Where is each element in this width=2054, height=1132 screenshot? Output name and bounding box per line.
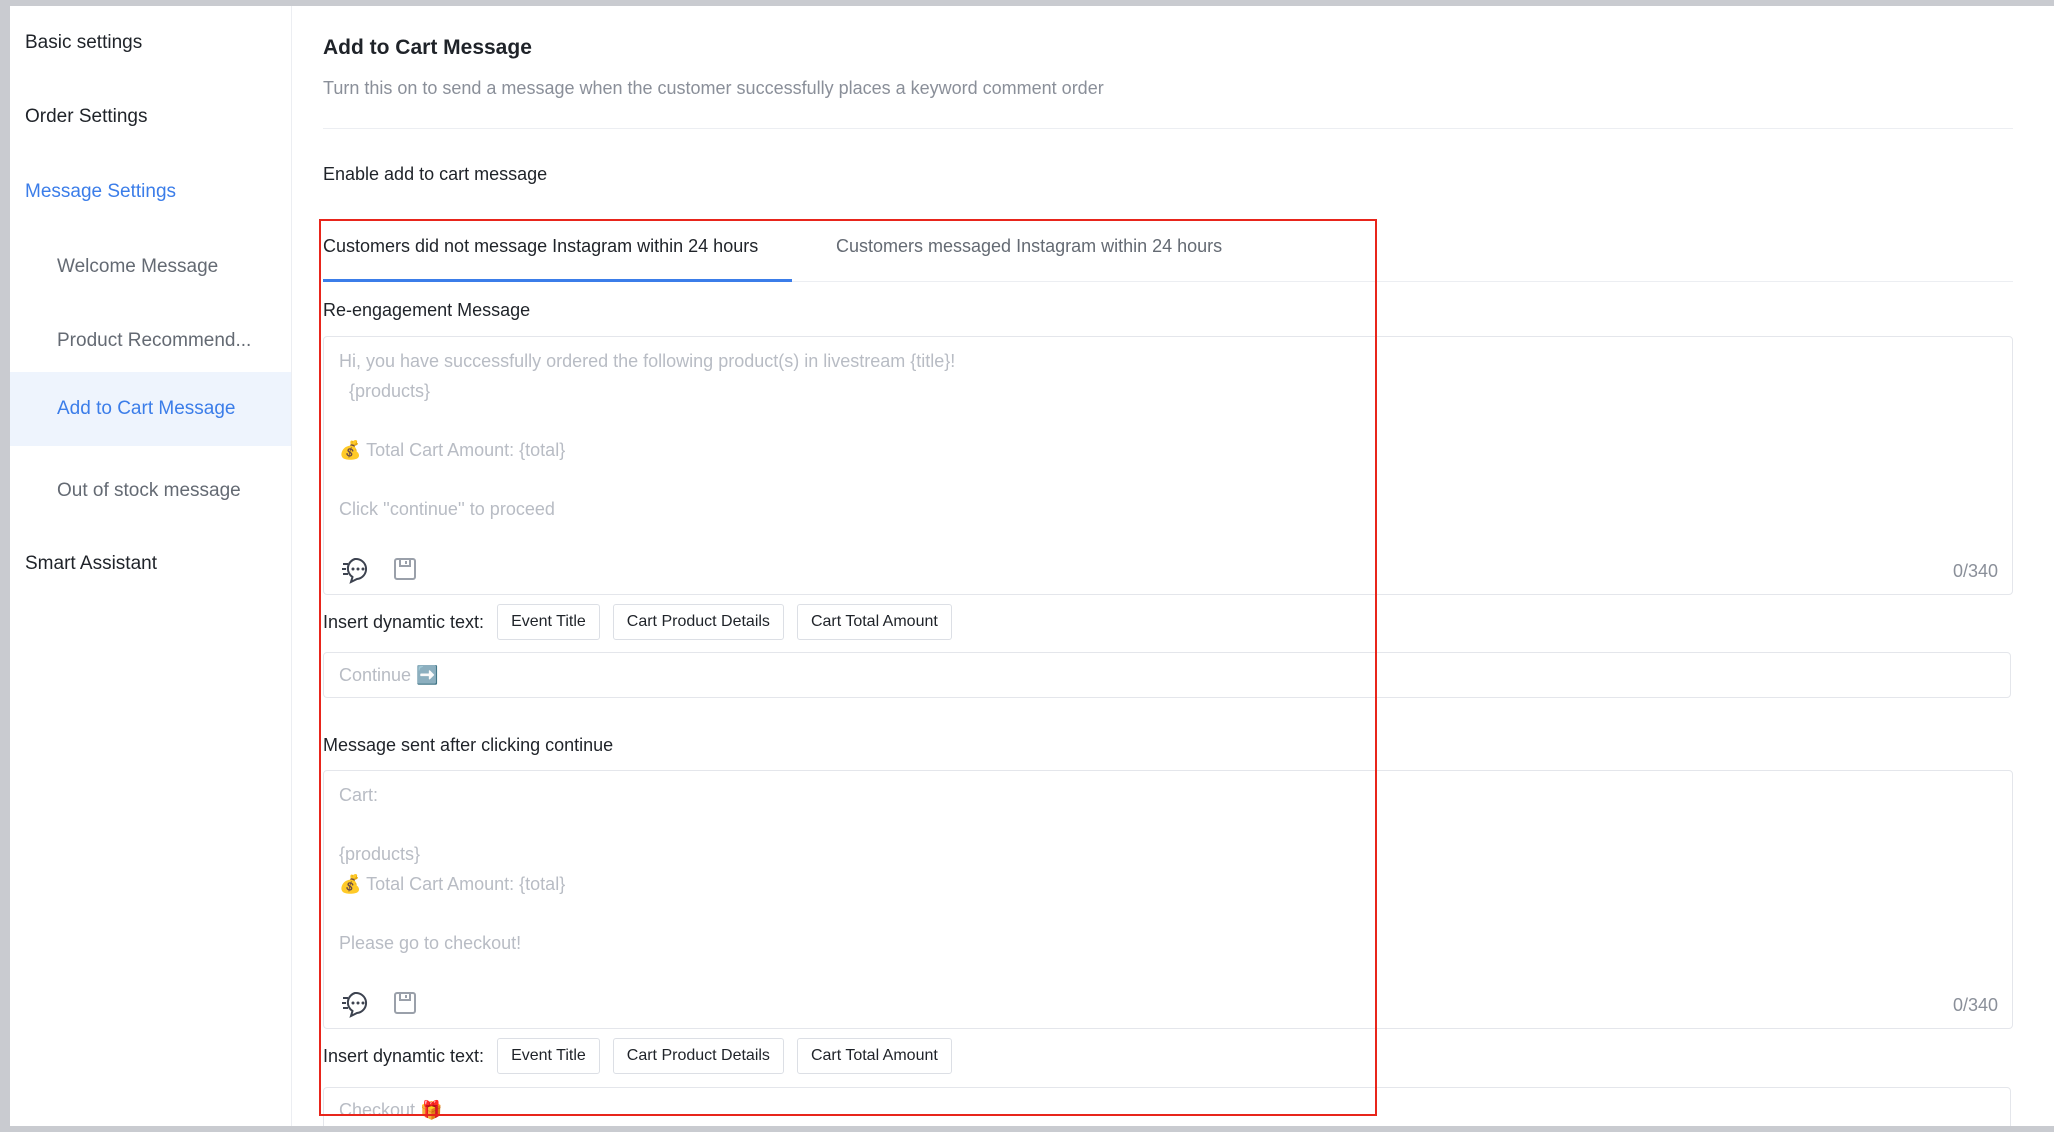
- after-continue-message-textarea[interactable]: Cart: {products} 💰 Total Cart Amount: {t…: [323, 770, 2013, 1029]
- character-counter: 0/340: [1952, 995, 1998, 1015]
- tab-messaged-24h[interactable]: Customers messaged Instagram within 24 h…: [836, 236, 1222, 257]
- app-window: Basic settings Order Settings Message Se…: [10, 6, 2054, 1126]
- sidebar-item-smart-assistant[interactable]: Smart Assistant: [10, 527, 291, 601]
- insert-dynamic-text-row: Insert dynamtic text: Event Title Cart P…: [323, 603, 965, 641]
- sidebar-item-label: Smart Assistant: [25, 553, 157, 574]
- page-description: Turn this on to send a message when the …: [323, 78, 1104, 98]
- after-continue-placeholder: Cart: {products} 💰 Total Cart Amount: {t…: [339, 785, 566, 953]
- insert-event-title-button[interactable]: Event Title: [497, 1038, 600, 1074]
- reengagement-message-textarea[interactable]: Hi, you have successfully ordered the fo…: [323, 336, 2013, 595]
- quick-reply-icon[interactable]: [342, 988, 372, 1018]
- sidebar-item-welcome-message[interactable]: Welcome Message: [10, 230, 291, 304]
- insert-dynamic-text-label: Insert dynamtic text:: [323, 1045, 485, 1066]
- after-continue-label: Message sent after clicking continue: [323, 735, 614, 755]
- textarea-toolbar: [342, 554, 420, 584]
- insert-cart-product-details-button[interactable]: Cart Product Details: [612, 1038, 784, 1074]
- sidebar-item-out-of-stock-message[interactable]: Out of stock message: [10, 454, 291, 528]
- sidebar: Basic settings Order Settings Message Se…: [10, 6, 292, 1126]
- enable-add-to-cart-label: Enable add to cart message: [323, 164, 548, 184]
- insert-cart-total-amount-button[interactable]: Cart Total Amount: [796, 604, 952, 640]
- quick-reply-icon[interactable]: [342, 554, 372, 584]
- save-icon[interactable]: [390, 554, 420, 584]
- sidebar-item-message-settings[interactable]: Message Settings: [10, 155, 291, 229]
- insert-event-title-button[interactable]: Event Title: [497, 604, 600, 640]
- save-icon[interactable]: [390, 988, 420, 1018]
- sidebar-item-label: Add to Cart Message: [57, 398, 236, 419]
- insert-cart-total-amount-button[interactable]: Cart Total Amount: [796, 1038, 952, 1074]
- continue-button-text-input[interactable]: Continue ➡️: [323, 652, 2011, 698]
- sidebar-item-label: Order Settings: [25, 106, 148, 127]
- sidebar-item-product-recommendation[interactable]: Product Recommend...: [10, 304, 291, 378]
- page-title: Add to Cart Message: [323, 36, 532, 59]
- divider: [323, 128, 2013, 129]
- sidebar-item-label: Out of stock message: [57, 480, 241, 501]
- insert-dynamic-text-row: Insert dynamtic text: Event Title Cart P…: [323, 1037, 965, 1075]
- sidebar-item-label: Welcome Message: [57, 256, 219, 277]
- insert-cart-product-details-button[interactable]: Cart Product Details: [612, 604, 784, 640]
- checkout-button-text-input[interactable]: Checkout 🎁: [323, 1087, 2011, 1126]
- sidebar-item-add-to-cart-message[interactable]: Add to Cart Message: [10, 372, 291, 446]
- reengagement-placeholder: Hi, you have successfully ordered the fo…: [339, 351, 956, 519]
- tab-not-messaged-24h[interactable]: Customers did not message Instagram with…: [323, 236, 758, 257]
- sidebar-item-label: Product Recommend...: [57, 330, 252, 351]
- sidebar-item-basic-settings[interactable]: Basic settings: [10, 6, 291, 80]
- insert-dynamic-text-label: Insert dynamtic text:: [323, 611, 485, 632]
- active-tab-indicator: [323, 279, 792, 282]
- sidebar-item-order-settings[interactable]: Order Settings: [10, 80, 291, 154]
- textarea-toolbar: [342, 988, 420, 1018]
- sidebar-item-label: Basic settings: [25, 32, 143, 53]
- reengagement-label: Re-engagement Message: [323, 300, 531, 320]
- main-content: Add to Cart Message Turn this on to send…: [323, 6, 2054, 1126]
- character-counter: 0/340: [1952, 561, 1998, 581]
- sidebar-item-label: Message Settings: [25, 181, 177, 202]
- audience-tabs: Customers did not message Instagram with…: [323, 216, 2013, 282]
